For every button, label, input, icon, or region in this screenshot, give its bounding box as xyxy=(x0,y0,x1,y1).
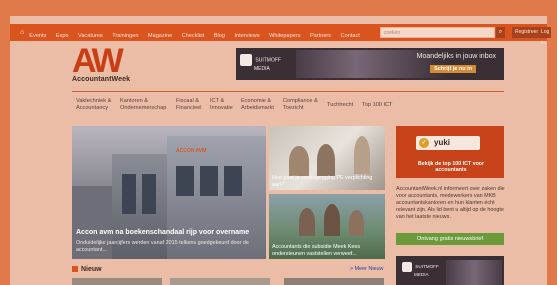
nav-vacatures[interactable]: Vacatures xyxy=(78,33,103,39)
search-icon[interactable]: ⌕ xyxy=(496,27,505,38)
category-economie[interactable]: Economie & Arbeidsmarkt xyxy=(241,98,274,112)
hero-signage: ACCON AVM xyxy=(176,148,207,154)
hero-article[interactable]: ACCON AVM Accon avm na boekenschandaal r… xyxy=(72,126,266,259)
nav-blog[interactable]: Blog xyxy=(214,33,225,39)
site-logo[interactable]: AW AccountantWeek xyxy=(72,42,152,86)
nav-contact[interactable]: Contact xyxy=(341,33,360,39)
category-kantoren[interactable]: Kantoren & Ondernemerschap xyxy=(120,98,166,112)
news-section-title: Nieuw xyxy=(72,266,102,273)
nav-checklist[interactable]: Checklist xyxy=(182,33,205,39)
yuki-icon: ✓ xyxy=(419,138,429,148)
sidebar-ad-brand: SUITMOFF MEDIA xyxy=(402,262,439,278)
about-text: AccountantWeek.nl informeert over zaken … xyxy=(396,186,505,220)
banner-brand-line2: MEDIA xyxy=(254,66,270,72)
photo-person xyxy=(349,210,364,236)
hero-window xyxy=(176,166,194,196)
news-thumb[interactable] xyxy=(72,278,162,285)
hero-title[interactable]: Accon avm na boekenschandaal rijp voor o… xyxy=(76,229,249,236)
login-button[interactable]: Log in xyxy=(539,27,552,46)
photo-person xyxy=(289,146,309,176)
sidebar-ad-line2: MEDIA xyxy=(414,272,429,277)
yuki-logo: ✓ yuki xyxy=(416,136,480,150)
hero-window xyxy=(200,166,218,196)
photo-person xyxy=(324,204,340,236)
nav-interviews[interactable]: Interviews xyxy=(234,33,259,39)
banner-cta-button[interactable]: Schrijf je nu in xyxy=(430,65,476,73)
category-top100[interactable]: Top 100 ICT xyxy=(362,102,392,109)
search-input[interactable]: zoeken xyxy=(380,27,495,38)
photo-person xyxy=(317,144,335,176)
category-menu: Vaktechniek & Accountancy Kantoren & Onder… xyxy=(72,98,512,118)
banner-headline: Moandeljiks in jouw inbox xyxy=(416,53,496,60)
article-card[interactable]: Accountants die subsidie Meek Kees onder… xyxy=(269,194,385,259)
banner-brand: SUITMOFF MEDIA xyxy=(240,54,281,72)
hero-window xyxy=(122,174,136,214)
more-news-link[interactable]: > Meer Nieuw xyxy=(350,266,383,272)
register-button[interactable]: Registreer xyxy=(512,27,542,38)
nav-magazine[interactable]: Magazine xyxy=(148,33,172,39)
logo-name: AccountantWeek xyxy=(72,76,131,83)
article-card-title[interactable]: Hoe gaat je verstagegging PE verplichtin… xyxy=(272,175,382,188)
top-nav-bar: ⌂ Events Expo Vacatures Trainingen Magaz… xyxy=(10,24,552,46)
header-divider xyxy=(72,91,504,92)
banner-brand-line1: SUITMOFF xyxy=(255,57,281,64)
home-icon[interactable]: ⌂ xyxy=(20,29,24,36)
sidebar-ad[interactable]: SUITMOFF MEDIA xyxy=(396,256,504,285)
top-banner-ad[interactable]: SUITMOFF MEDIA Moandeljiks in jouw inbox… xyxy=(236,48,504,80)
photo-person xyxy=(354,136,370,174)
sidebar-ad-image xyxy=(446,260,502,285)
section-marker xyxy=(72,266,78,272)
news-title-text: Nieuw xyxy=(81,266,102,273)
nav-partners[interactable]: Partners xyxy=(310,33,331,39)
yuki-tagline: Bekijk de top 100 ICT voor accountants xyxy=(417,161,485,173)
newsletter-button[interactable]: Ontvang gratis nieuwsbrief xyxy=(396,233,504,245)
photo-person xyxy=(299,208,315,236)
category-fiscaal[interactable]: Fiscaal & Financieel xyxy=(176,98,202,112)
news-thumb[interactable] xyxy=(284,278,384,285)
nav-trainingen[interactable]: Trainingen xyxy=(112,33,138,39)
category-compliance[interactable]: Compliance & Toezicht xyxy=(283,98,318,112)
article-card[interactable]: Hoe gaat je verstagegging PE verplichtin… xyxy=(269,126,385,190)
top-nav-links: Events Expo Vacatures Trainingen Magazin… xyxy=(29,24,365,42)
nav-events[interactable]: Events xyxy=(29,33,46,39)
logo-mark: AW xyxy=(72,42,124,80)
yuki-name: yuki xyxy=(434,138,451,147)
hero-subtitle: Onduidelijke jaarcijfers werden vanaf 20… xyxy=(76,240,249,253)
category-vaktechniek[interactable]: Vaktechniek & Accountancy xyxy=(76,98,111,112)
news-thumb[interactable] xyxy=(170,278,270,285)
hero-window xyxy=(224,166,242,196)
nav-whitepapers[interactable]: Whitepapers xyxy=(269,33,300,39)
hero-window xyxy=(142,174,156,214)
yuki-ad[interactable]: ✓ yuki Bekijk de top 100 ICT voor accoun… xyxy=(396,126,504,178)
brand-icon xyxy=(240,54,252,66)
nav-expo[interactable]: Expo xyxy=(56,33,69,39)
category-tuchtrecht[interactable]: Tuchtrecht xyxy=(327,102,353,109)
brand-icon xyxy=(402,262,412,272)
sidebar-ad-line1: SUITMOFF xyxy=(415,264,439,270)
article-card-title[interactable]: Accountants die subsidie Meek Kees onder… xyxy=(272,244,382,257)
category-ict[interactable]: ICT & Innovatie xyxy=(210,98,233,112)
